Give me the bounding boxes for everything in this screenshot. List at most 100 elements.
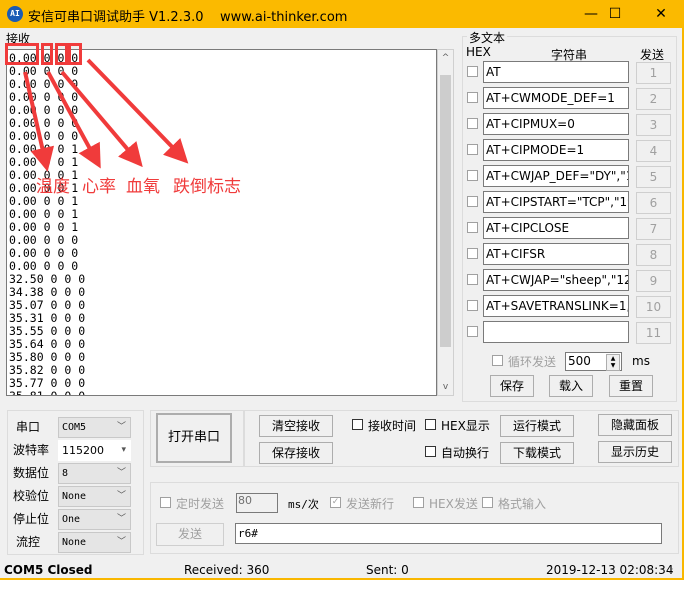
- hex-checkbox[interactable]: [467, 92, 478, 103]
- timed-interval-unit: ms/次: [288, 498, 319, 511]
- receive-scrollbar[interactable]: ^ v: [437, 49, 454, 396]
- resize-grip-icon[interactable]: .:: [668, 566, 674, 576]
- hex-checkbox[interactable]: [467, 196, 478, 207]
- port-field-select[interactable]: 115200 ▾: [58, 440, 131, 461]
- scroll-down-icon[interactable]: v: [438, 379, 453, 395]
- multitext-send-button[interactable]: 5: [636, 166, 671, 188]
- auto-wrap-checkbox[interactable]: [425, 446, 436, 457]
- loop-interval-spinner[interactable]: 500 ▲ ▼: [565, 352, 622, 371]
- receive-textarea[interactable]: 0.00 0 0 0 0.00 0 0 0 0.00 0 0 0 0.00 0 0 0…: [6, 49, 437, 396]
- spinner-arrows-icon[interactable]: ▲ ▼: [606, 354, 620, 371]
- status-port-state: COM5 Closed: [4, 563, 93, 577]
- send-newline-label: 发送新行: [346, 497, 395, 511]
- send-newline-checkbox[interactable]: ✓: [330, 497, 341, 508]
- col-send-header: 发送: [640, 48, 665, 62]
- send-button[interactable]: 发送: [156, 523, 224, 546]
- multitext-send-button[interactable]: 1: [636, 62, 671, 84]
- multitext-send-button[interactable]: 6: [636, 192, 671, 214]
- multitext-input[interactable]: AT+CIPCLOSE: [483, 217, 629, 239]
- annotation-temperature: 温度: [36, 177, 70, 197]
- multitext-send-button[interactable]: 7: [636, 218, 671, 240]
- load-multitext-button[interactable]: 载入: [549, 375, 593, 397]
- multitext-input[interactable]: AT+CWJAP="sheep","1234: [483, 269, 629, 291]
- hide-panel-button[interactable]: 隐藏面板: [598, 414, 672, 436]
- scroll-thumb[interactable]: [440, 75, 451, 347]
- hex-checkbox[interactable]: [467, 300, 478, 311]
- col-hex-header: HEX: [466, 45, 491, 59]
- port-field-label: 波特率: [13, 443, 50, 457]
- multitext-input[interactable]: AT+CWJAP_DEF="DY","14: [483, 165, 629, 187]
- status-sent: Sent: 0: [366, 563, 409, 577]
- multitext-input[interactable]: AT+CIPSTART="TCP","192: [483, 191, 629, 213]
- loop-send-checkbox[interactable]: [492, 355, 503, 366]
- multitext-send-button[interactable]: 11: [636, 322, 671, 344]
- multitext-input[interactable]: AT: [483, 61, 629, 83]
- hex-checkbox[interactable]: [467, 66, 478, 77]
- receive-line: 35.81 0 0 0: [9, 389, 86, 396]
- run-mode-button[interactable]: 运行模式: [500, 415, 574, 437]
- clear-receive-button[interactable]: 清空接收: [259, 415, 333, 437]
- open-port-button[interactable]: 打开串口: [156, 413, 232, 463]
- multitext-send-button[interactable]: 2: [636, 88, 671, 110]
- close-icon: ✕: [655, 6, 667, 22]
- multitext-input[interactable]: [483, 321, 629, 343]
- annotation-box-temperature: [5, 43, 39, 65]
- app-window: AI 安信可串口调试助手 V1.2.3.0 www.ai-thinker.com…: [0, 0, 684, 580]
- hex-display-checkbox[interactable]: [425, 419, 436, 430]
- app-logo-icon: AI: [7, 6, 23, 22]
- port-field-select[interactable]: None ﹀: [58, 486, 131, 507]
- hex-checkbox[interactable]: [467, 144, 478, 155]
- hex-checkbox[interactable]: [467, 248, 478, 259]
- port-field-select[interactable]: One ﹀: [58, 509, 131, 530]
- auto-wrap-label: 自动换行: [441, 446, 490, 460]
- port-field-select[interactable]: None ﹀: [58, 532, 131, 553]
- annotation-spo2: 血氧: [126, 177, 160, 197]
- hex-send-checkbox[interactable]: [413, 497, 424, 508]
- maximize-button[interactable]: ☐: [592, 0, 638, 28]
- timed-interval-input[interactable]: 80: [236, 493, 278, 513]
- loop-send-label: 循环发送: [508, 355, 557, 369]
- multitext-input[interactable]: AT+CIPMUX=0: [483, 113, 629, 135]
- multitext-send-button[interactable]: 3: [636, 114, 671, 136]
- hex-checkbox[interactable]: [467, 222, 478, 233]
- hex-display-label: HEX显示: [441, 419, 490, 433]
- hex-send-label: HEX发送: [429, 497, 478, 511]
- reset-multitext-button[interactable]: 重置: [609, 375, 653, 397]
- close-button[interactable]: ✕: [638, 0, 684, 28]
- hex-checkbox[interactable]: [467, 326, 478, 337]
- port-field-select[interactable]: 8 ﹀: [58, 463, 131, 484]
- multitext-title: 多文本: [467, 29, 508, 46]
- port-field-select[interactable]: COM5 ﹀: [58, 417, 131, 438]
- multitext-input[interactable]: AT+CIPMODE=1: [483, 139, 629, 161]
- multitext-input[interactable]: AT+CWMODE_DEF=1: [483, 87, 629, 109]
- port-field-value: One: [62, 514, 81, 525]
- window-title: 安信可串口调试助手 V1.2.3.0 www.ai-thinker.com: [28, 10, 348, 25]
- show-history-button[interactable]: 显示历史: [598, 441, 672, 463]
- multitext-send-button[interactable]: 4: [636, 140, 671, 162]
- hex-checkbox[interactable]: [467, 274, 478, 285]
- maximize-icon: ☐: [608, 6, 622, 22]
- chevron-down-icon: ﹀: [116, 468, 126, 478]
- port-field-label: 串口: [16, 420, 41, 434]
- multitext-send-button[interactable]: 8: [636, 244, 671, 266]
- status-bar: COM5 Closed Received: 360 Sent: 0 2019-1…: [0, 562, 682, 579]
- download-mode-button[interactable]: 下载模式: [500, 442, 574, 464]
- annotation-fall-flag: 跌倒标志: [173, 177, 241, 197]
- scroll-up-icon[interactable]: ^: [438, 50, 453, 66]
- send-text-input[interactable]: r6#: [235, 523, 662, 544]
- chevron-down-icon: ﹀: [116, 422, 126, 432]
- receive-time-checkbox[interactable]: [352, 419, 363, 430]
- hex-checkbox[interactable]: [467, 170, 478, 181]
- timed-send-checkbox[interactable]: [160, 497, 171, 508]
- format-input-checkbox[interactable]: [482, 497, 493, 508]
- format-input-label: 格式输入: [498, 497, 547, 511]
- multitext-send-button[interactable]: 9: [636, 270, 671, 292]
- annotation-box-spo2: [55, 43, 68, 65]
- multitext-input[interactable]: AT+SAVETRANSLINK=1,": [483, 295, 629, 317]
- save-receive-button[interactable]: 保存接收: [259, 442, 333, 464]
- save-multitext-button[interactable]: 保存: [490, 375, 534, 397]
- multitext-send-button[interactable]: 10: [636, 296, 671, 318]
- loop-unit: ms: [632, 354, 650, 368]
- multitext-input[interactable]: AT+CIFSR: [483, 243, 629, 265]
- hex-checkbox[interactable]: [467, 118, 478, 129]
